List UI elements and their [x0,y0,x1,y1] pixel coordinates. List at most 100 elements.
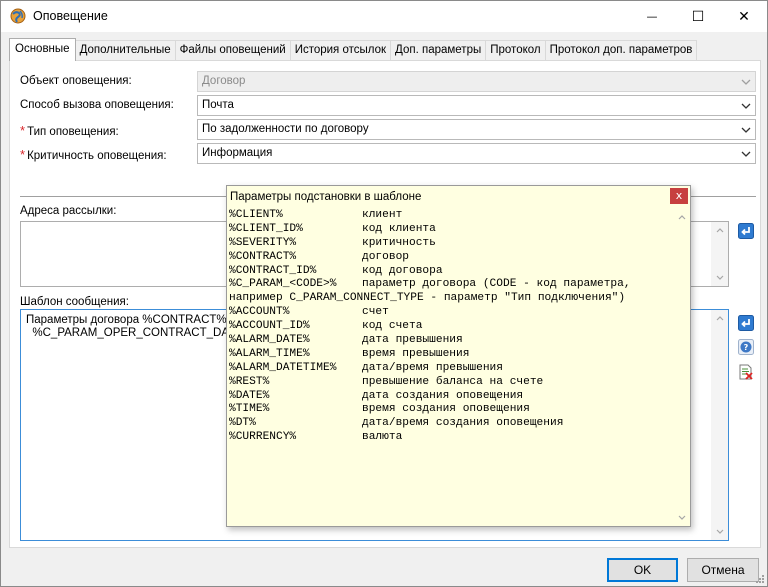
insert-template-button[interactable] [737,314,755,332]
param-description: счет [362,306,389,319]
param-row: %CURRENCY% валюта [229,431,673,445]
close-button[interactable]: ✕ [721,1,767,32]
insert-address-button[interactable] [737,222,755,240]
param-key: %C_PARAM_<CODE>% [229,278,337,291]
app-globe-icon [10,8,26,24]
tab-label: Дополнительные [79,44,171,56]
minimize-button[interactable]: — [629,1,675,32]
tab-label: Протокол [490,44,541,56]
severity-select[interactable]: Информация [197,143,756,164]
scroll-up-icon[interactable] [711,222,728,239]
tab-notification-files[interactable]: Файлы оповещений [174,40,291,61]
param-description: дата создания оповещения [362,389,524,402]
tab-main[interactable]: Основные [9,38,76,61]
title-bar: Оповещение — ☐ ✕ [1,1,767,32]
window-title: Оповещение [33,9,108,23]
severity-label-text: Критичность оповещения: [27,150,167,162]
clear-template-button[interactable] [737,363,755,381]
param-row: %TIME% время создания оповещения [229,403,673,417]
resize-grip-icon[interactable] [753,572,765,584]
param-description: дата/время превышения [362,361,503,374]
param-row: %CLIENT% клиент [229,209,673,223]
param-row: например C_PARAM_CONNECT_TYPE - параметр… [229,292,673,306]
template-scrollbar[interactable] [711,310,728,540]
param-row: %ACCOUNT_ID% код счета [229,320,673,334]
severity-value: Информация [202,147,273,159]
param-row: %CLIENT_ID% код клиента [229,223,673,237]
param-description: время создания оповещения [362,403,530,416]
param-key: %ACCOUNT% [229,306,290,319]
param-row: %REST% превышение баланса на счете [229,376,673,390]
param-key: %CLIENT% [229,209,283,221]
param-description: например C_PARAM_CONNECT_TYPE - параметр… [229,292,626,305]
scroll-down-icon[interactable] [711,269,728,286]
param-row: %ALARM_DATE% дата превышения [229,334,673,348]
popup-param-list: %CLIENT% клиент %CLIENT_ID% код клиента %SEV… [227,209,673,525]
return-arrow-icon [738,223,754,239]
param-row: %SEVERITY% критичность [229,237,673,251]
chevron-down-icon [739,96,753,115]
tab-extra-params[interactable]: Доп. параметры [390,40,487,61]
param-row: %ALARM_DATETIME% дата/время превышения [229,362,673,376]
notification-type-label: * Тип оповещения: [20,123,119,138]
ok-button[interactable]: OK [607,558,678,582]
param-description: превышение баланса на счете [362,375,544,388]
scroll-up-icon[interactable] [673,209,690,226]
ok-label: OK [633,563,652,577]
cancel-button[interactable]: Отмена [687,558,759,582]
param-description: договор [362,250,409,263]
param-key: %CLIENT_ID% [229,222,303,235]
param-key: %ACCOUNT_ID% [229,320,310,333]
param-key: %SEVERITY% [229,236,297,249]
call-method-select[interactable]: Почта [197,95,756,116]
param-key: %DATE% [229,389,270,402]
close-icon: x [675,189,683,202]
param-key: %DT% [229,417,256,430]
popup-close-button[interactable]: x [670,188,688,204]
object-select[interactable]: Договор [197,71,756,92]
param-key: %CONTRACT% [229,250,297,263]
tab-label: Файлы оповещений [179,44,286,56]
maximize-button[interactable]: ☐ [675,1,721,32]
notification-type-value: По задолженности по договору [202,123,369,135]
param-description: валюта [362,431,403,444]
param-key: %ALARM_TIME% [229,347,310,360]
param-description: код счета [362,320,423,333]
param-row: %ACCOUNT% счет [229,306,673,320]
notification-type-select[interactable]: По задолженности по договору [197,119,756,140]
help-icon: ? [738,339,754,355]
param-row: %DATE% дата создания оповещения [229,390,673,404]
scroll-up-icon[interactable] [711,310,728,327]
param-description: параметр договора (CODE - код параметра, [362,278,631,291]
scroll-down-icon[interactable] [711,523,728,540]
param-description: код договора [362,264,443,277]
help-button[interactable]: ? [737,338,755,356]
tab-protocol[interactable]: Протокол [485,40,546,61]
param-description: критичность [362,236,436,249]
param-description: дата превышения [362,334,463,347]
popup-title: Параметры подстановки в шаблоне [227,186,690,208]
svg-text:?: ? [744,343,749,352]
addresses-label: Адреса рассылки: [20,205,117,217]
template-line-1: Параметры договора %CONTRACT%: [26,314,230,326]
call-method-label: Способ вызова оповещения: [20,99,174,111]
tab-additional[interactable]: Дополнительные [74,40,176,61]
param-row: %ALARM_TIME% время превышения [229,348,673,362]
tab-strip: Основные Дополнительные Файлы оповещений… [9,38,698,61]
tab-extra-params-protocol[interactable]: Протокол доп. параметров [544,40,698,61]
close-icon: ✕ [738,8,750,25]
chevron-down-icon [739,120,753,139]
chevron-down-icon [739,72,753,91]
addresses-scrollbar[interactable] [711,222,728,286]
tab-label: Доп. параметры [395,44,482,56]
param-key: %ALARM_DATETIME% [229,361,337,374]
param-row: %CONTRACT% договор [229,251,673,265]
chevron-down-icon [739,144,753,163]
popup-scrollbar[interactable] [673,209,690,526]
tab-send-history[interactable]: История отсылок [289,40,392,61]
scroll-down-icon[interactable] [673,509,690,526]
param-key: %REST% [229,375,270,388]
param-key: %ALARM_DATE% [229,334,310,347]
call-method-value: Почта [202,99,234,111]
param-description: дата/время создания оповещения [362,417,564,430]
